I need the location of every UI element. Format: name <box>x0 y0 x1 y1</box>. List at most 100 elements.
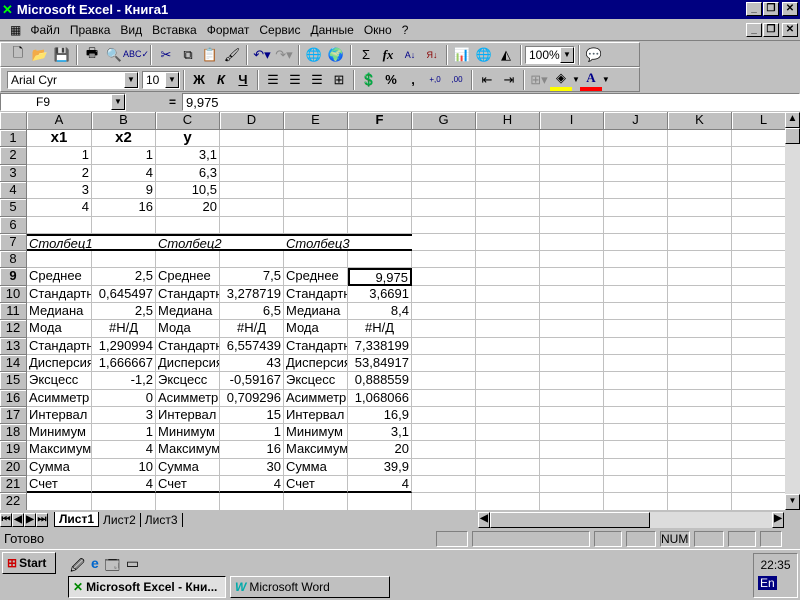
cell[interactable] <box>412 165 476 182</box>
cell[interactable] <box>604 390 668 407</box>
cell[interactable] <box>348 165 412 182</box>
cell[interactable] <box>732 441 785 459</box>
start-button[interactable]: ⊞ Start <box>2 552 56 574</box>
cell[interactable] <box>668 338 732 355</box>
cell[interactable] <box>732 390 785 407</box>
cell[interactable] <box>156 217 220 234</box>
cell[interactable] <box>540 182 604 199</box>
cell[interactable] <box>540 390 604 407</box>
font-size-select[interactable]: 10 ▼ <box>142 70 180 89</box>
menu-help[interactable]: ? <box>397 23 414 37</box>
new-icon[interactable]: 🗋 <box>7 44 29 66</box>
row-header[interactable]: 5 <box>0 199 27 217</box>
cell[interactable] <box>732 217 785 234</box>
cell[interactable] <box>732 424 785 441</box>
cell[interactable] <box>476 268 540 286</box>
cell[interactable] <box>732 182 785 199</box>
doc-restore-button[interactable]: ❐ <box>763 23 779 37</box>
cell[interactable] <box>348 251 412 268</box>
row-header[interactable]: 8 <box>0 251 27 268</box>
zoom-select[interactable]: 100% ▼ <box>525 45 575 64</box>
increase-indent-icon[interactable]: ⇥ <box>498 69 520 91</box>
cell[interactable] <box>412 217 476 234</box>
cell[interactable] <box>284 130 348 147</box>
restore-button[interactable]: ❐ <box>763 2 779 16</box>
cell[interactable]: 6,5 <box>220 303 284 320</box>
menu-data[interactable]: Данные <box>305 23 358 37</box>
cell[interactable] <box>540 424 604 441</box>
cell[interactable] <box>476 355 540 372</box>
cell[interactable] <box>412 459 476 476</box>
cell[interactable]: Сумма <box>156 459 220 476</box>
cell[interactable]: x2 <box>92 130 156 147</box>
cell[interactable] <box>476 476 540 493</box>
cell[interactable] <box>732 459 785 476</box>
cell[interactable]: 3 <box>92 407 156 424</box>
spelling-icon[interactable]: ABC✓ <box>123 44 149 66</box>
cell[interactable]: Среднее <box>156 268 220 286</box>
cell[interactable]: 16,9 <box>348 407 412 424</box>
horizontal-scrollbar[interactable]: ◀ ▶ <box>478 511 784 528</box>
cell[interactable] <box>220 182 284 199</box>
cell[interactable]: 20 <box>348 441 412 459</box>
cell[interactable]: Стандартн <box>156 286 220 303</box>
cell[interactable] <box>412 338 476 355</box>
cell[interactable] <box>412 476 476 493</box>
cell[interactable] <box>668 251 732 268</box>
print-preview-icon[interactable]: 🔍 <box>103 44 125 66</box>
scroll-left-button[interactable]: ◀ <box>478 511 490 528</box>
cell[interactable] <box>732 251 785 268</box>
cell[interactable] <box>284 493 348 510</box>
copy-icon[interactable]: ⧉ <box>177 44 199 66</box>
cell[interactable] <box>540 320 604 338</box>
cell[interactable] <box>348 493 412 510</box>
cell[interactable]: Эксцесс <box>27 372 92 390</box>
cell[interactable]: 3,278719 <box>220 286 284 303</box>
cell[interactable] <box>540 130 604 147</box>
cell[interactable] <box>284 199 348 217</box>
cell[interactable] <box>540 476 604 493</box>
cell[interactable] <box>732 355 785 372</box>
cell[interactable] <box>476 493 540 510</box>
column-header-E[interactable]: E <box>284 112 348 130</box>
cell[interactable] <box>284 251 348 268</box>
cell[interactable]: 0,709296 <box>220 390 284 407</box>
cell[interactable] <box>668 476 732 493</box>
cell[interactable]: 7,5 <box>220 268 284 286</box>
cell[interactable]: Столбец3 <box>284 234 350 251</box>
cell[interactable] <box>604 268 668 286</box>
taskbar-excel[interactable]: ✕ Microsoft Excel - Кни... <box>68 576 226 598</box>
cell[interactable] <box>732 130 785 147</box>
cell[interactable]: 6,557439 <box>220 338 284 355</box>
menu-format[interactable]: Формат <box>202 23 255 37</box>
cell[interactable] <box>476 320 540 338</box>
cell[interactable] <box>348 234 412 251</box>
cell[interactable] <box>476 165 540 182</box>
cell[interactable] <box>476 338 540 355</box>
cell[interactable] <box>668 355 732 372</box>
cell[interactable] <box>27 217 92 234</box>
row-header[interactable]: 16 <box>0 390 27 407</box>
cell[interactable]: Минимум <box>156 424 220 441</box>
column-header-B[interactable]: B <box>92 112 156 130</box>
italic-button[interactable]: К <box>210 69 232 91</box>
column-header-I[interactable]: I <box>540 112 604 130</box>
row-header[interactable]: 3 <box>0 165 27 182</box>
cell[interactable]: 15 <box>220 407 284 424</box>
cell[interactable] <box>540 234 604 251</box>
menu-edit[interactable]: Правка <box>65 23 116 37</box>
cell[interactable]: 0,888559 <box>348 372 412 390</box>
cell[interactable]: Медиана <box>156 303 220 320</box>
cell[interactable]: 1,068066 <box>348 390 412 407</box>
column-header-G[interactable]: G <box>412 112 476 130</box>
office-assistant-icon[interactable]: 💬 <box>583 44 605 66</box>
cell[interactable] <box>604 424 668 441</box>
redo-icon[interactable]: ↷▾ <box>273 44 295 66</box>
cell[interactable] <box>348 130 412 147</box>
cell[interactable] <box>668 199 732 217</box>
cell[interactable] <box>284 165 348 182</box>
cell[interactable] <box>604 182 668 199</box>
cell[interactable]: 53,84917 <box>348 355 412 372</box>
cell[interactable] <box>732 338 785 355</box>
sheet-tab-3[interactable]: Лист3 <box>141 512 183 527</box>
